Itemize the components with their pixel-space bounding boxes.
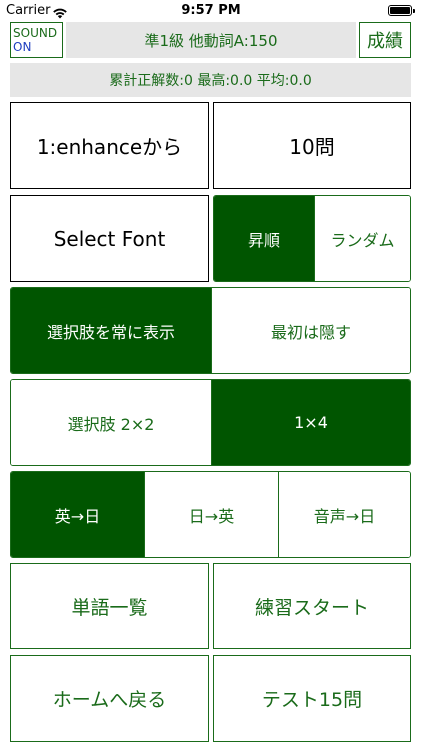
back-home-button[interactable]: ホームへ戻る [10,655,209,742]
choices-hide-first-option[interactable]: 最初は隠す [211,288,410,373]
word-list-button[interactable]: 単語一覧 [10,563,209,649]
direction-ja-en-option[interactable]: 日→英 [144,472,278,557]
question-count-button[interactable]: 10問 [213,102,411,189]
select-font-button[interactable]: Select Font [10,195,209,282]
direction-segmented-control: 英→日 日→英 音声→日 [10,471,411,558]
sound-state: ON [13,40,32,54]
clock: 9:57 PM [181,3,241,18]
practice-start-button[interactable]: 練習スタート [213,563,411,649]
order-ascending-option[interactable]: 昇順 [214,196,314,281]
choices-always-show-option[interactable]: 選択肢を常に表示 [11,288,211,373]
choices-layout-segmented-control: 選択肢 2×2 1×4 [10,379,411,466]
test-start-button[interactable]: テスト15問 [213,655,411,742]
order-segmented-control: 昇順 ランダム [213,195,411,282]
status-bar: Carrier 9:57 PM [0,0,422,22]
order-random-option[interactable]: ランダム [314,196,410,281]
page-title: 準1級 他動詞A:150 [66,22,356,58]
layout-1x4-option[interactable]: 1×4 [211,380,410,465]
battery-icon [388,5,415,16]
range-start-button[interactable]: 1:enhanceから [10,102,209,189]
layout-2x2-option[interactable]: 選択肢 2×2 [11,380,211,465]
stats-summary: 累計正解数:0 最高:0.0 平均:0.0 [10,63,411,97]
direction-en-ja-option[interactable]: 英→日 [11,472,144,557]
choices-display-segmented-control: 選択肢を常に表示 最初は隠す [10,287,411,374]
sound-toggle-button[interactable]: SOUND ON [10,22,63,58]
direction-audio-ja-option[interactable]: 音声→日 [278,472,410,557]
sound-label: SOUND [13,26,58,40]
record-button[interactable]: 成績 [359,22,411,58]
